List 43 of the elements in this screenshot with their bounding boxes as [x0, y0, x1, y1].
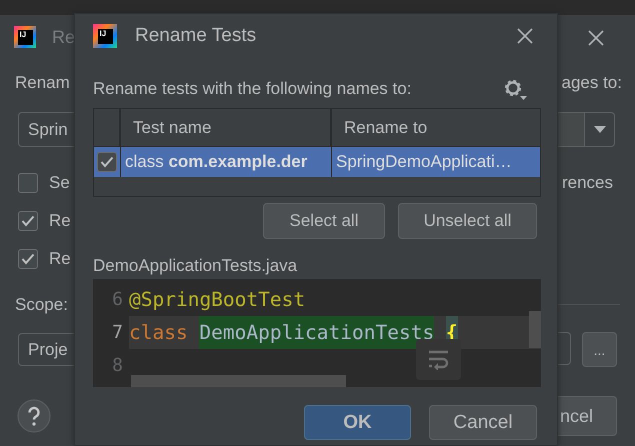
prompt-label: Renam: [15, 73, 70, 93]
dropdown-field[interactable]: [558, 112, 615, 147]
scope-label: Scope:: [15, 295, 68, 315]
checkbox[interactable]: [18, 173, 38, 193]
wrap-icon: [428, 350, 450, 370]
option-label: rences: [562, 172, 613, 194]
window-title: Rename Tests: [135, 25, 258, 47]
checkmark-icon: [100, 156, 114, 168]
column-header[interactable]: Rename to: [332, 109, 540, 146]
line-number: 8: [111, 354, 124, 378]
caret-icon: [594, 126, 606, 133]
close-icon[interactable]: [517, 28, 533, 44]
checkmark-icon: [21, 215, 35, 227]
option-label: Se: [49, 173, 70, 193]
app-logo: IJ: [14, 26, 36, 48]
settings-icon[interactable]: [503, 78, 527, 100]
select-button[interactable]: Select all: [263, 203, 385, 239]
table-row[interactable]: class com.example.der SpringDemoApplicati…: [94, 147, 540, 177]
checkbox[interactable]: [18, 211, 38, 231]
table-cell-text: SpringDemoApplicati…: [335, 151, 513, 173]
app-logo: IJ: [93, 24, 117, 48]
line-number: 7: [111, 321, 124, 345]
window-title: Re: [52, 26, 76, 48]
browse-button[interactable]: ...: [582, 332, 617, 367]
table-cell: class com.example.der: [121, 147, 332, 177]
scrollbar-thumb[interactable]: [529, 311, 541, 348]
checkbox[interactable]: [18, 249, 38, 269]
close-icon[interactable]: [588, 30, 604, 46]
cancel-button[interactable]: ncel: [558, 396, 617, 436]
file-name: DemoApplicationTests.java: [93, 256, 298, 276]
checkbox[interactable]: [97, 152, 117, 172]
option-label: Re: [49, 211, 71, 231]
cancel-button[interactable]: Cancel: [429, 405, 537, 440]
scrollbar-thumb[interactable]: [131, 375, 346, 387]
prompt-label: Rename tests with the following names to:: [93, 79, 412, 99]
option-label: Re: [49, 249, 71, 269]
prompt-label: ages to:: [562, 73, 622, 93]
ok-button[interactable]: OK: [304, 405, 411, 440]
code-line: @SpringBootTest: [129, 287, 306, 313]
checkmark-icon: [21, 253, 35, 265]
select-button[interactable]: Unselect all: [398, 203, 537, 239]
help-icon[interactable]: [17, 399, 51, 433]
line-number: 6: [111, 288, 124, 312]
